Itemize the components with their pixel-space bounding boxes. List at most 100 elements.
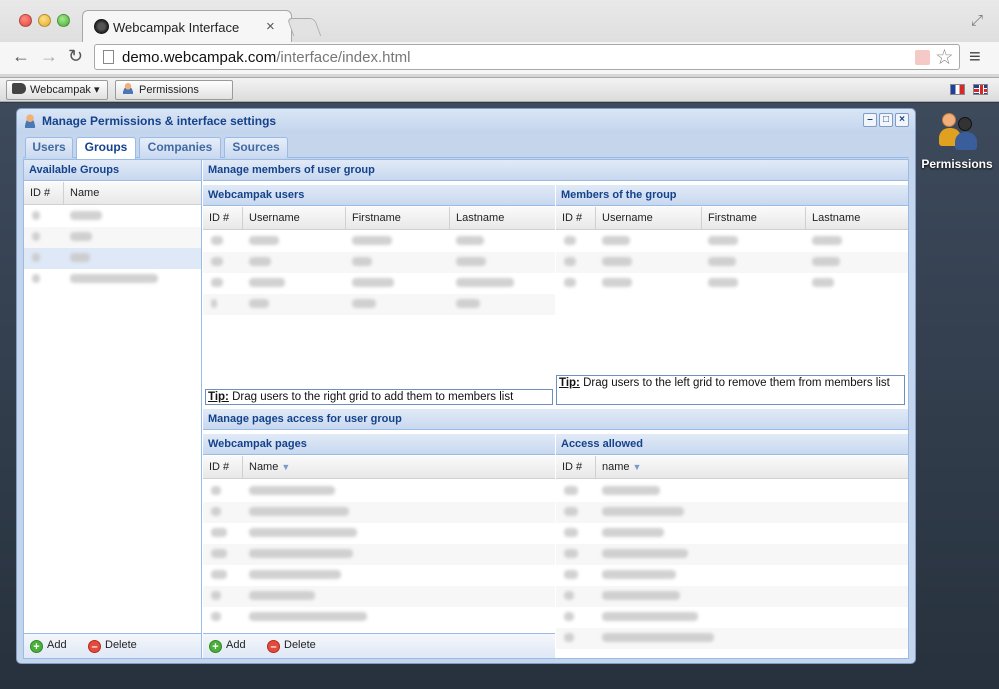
webcampak-users-title: Webcampak users xyxy=(203,185,555,206)
tab-bar: Users Groups Companies Sources xyxy=(23,136,909,159)
table-row[interactable] xyxy=(556,252,908,273)
table-row[interactable] xyxy=(556,628,908,649)
tip-label: Tip: xyxy=(559,377,580,389)
table-row[interactable] xyxy=(556,586,908,607)
browser-tab[interactable]: Webcampak Interface × xyxy=(82,10,292,42)
sort-desc-icon: ▼ xyxy=(632,462,642,472)
user-icon xyxy=(23,114,37,128)
tab-close-icon[interactable]: × xyxy=(266,18,275,35)
column-name[interactable]: name ▼ xyxy=(596,456,908,479)
table-row[interactable] xyxy=(203,565,555,586)
add-label: Add xyxy=(226,639,246,651)
browser-chrome: Webcampak Interface × ⤢ ← → ↻ demo.webca… xyxy=(0,0,999,78)
column-id[interactable]: ID # xyxy=(203,207,243,230)
table-row[interactable] xyxy=(203,607,555,628)
page-icon xyxy=(103,50,114,64)
groups-grid-header: ID # Name xyxy=(24,182,201,205)
table-row[interactable] xyxy=(203,273,555,294)
add-group-button[interactable]: + Add xyxy=(30,639,67,653)
favicon-icon xyxy=(94,19,109,34)
pages-section-title: Manage pages access for user group xyxy=(203,409,908,430)
delete-page-button[interactable]: – Delete xyxy=(267,639,316,653)
close-icon[interactable]: × xyxy=(895,113,909,127)
table-row[interactable] xyxy=(24,269,201,290)
groups-footer: + Add – Delete xyxy=(24,633,201,658)
tab-groups[interactable]: Groups xyxy=(76,137,136,159)
window-header[interactable]: Manage Permissions & interface settings … xyxy=(17,109,915,133)
close-window-button[interactable] xyxy=(19,14,32,27)
column-id[interactable]: ID # xyxy=(24,182,64,205)
pages-grid-header: ID # Name ▼ xyxy=(203,456,555,479)
url-host: demo.webcampak.com xyxy=(122,49,277,66)
table-row[interactable] xyxy=(203,523,555,544)
window-title: Manage Permissions & interface settings xyxy=(42,114,277,128)
column-id[interactable]: ID # xyxy=(556,207,596,230)
address-bar[interactable]: demo.webcampak.com/interface/index.html … xyxy=(94,44,960,70)
table-row[interactable] xyxy=(203,481,555,502)
column-username[interactable]: Username xyxy=(596,207,702,230)
table-row[interactable] xyxy=(203,502,555,523)
maximize-icon[interactable]: □ xyxy=(879,113,893,127)
app-toolbar: Webcampak ▾ Permissions Conf. xyxy=(0,78,999,114)
column-name-label: Name xyxy=(249,461,279,473)
column-firstname[interactable]: Firstname xyxy=(346,207,450,230)
add-label: Add xyxy=(47,639,67,651)
french-flag-icon[interactable] xyxy=(950,84,965,95)
webcampak-menu-label: Webcampak ▾ xyxy=(30,84,100,96)
column-id[interactable]: ID # xyxy=(203,456,243,479)
tab-companies[interactable]: Companies xyxy=(139,137,221,158)
tab-users[interactable]: Users xyxy=(25,137,73,158)
uk-flag-icon[interactable] xyxy=(973,84,988,95)
table-row[interactable] xyxy=(556,231,908,252)
minimize-window-button[interactable] xyxy=(38,14,51,27)
table-row[interactable] xyxy=(556,273,908,294)
delete-label: Delete xyxy=(105,639,137,651)
table-row[interactable] xyxy=(556,502,908,523)
tab-sources[interactable]: Sources xyxy=(224,137,288,158)
delete-label: Delete xyxy=(284,639,316,651)
table-row[interactable] xyxy=(556,523,908,544)
members-tip: Tip: Drag users to the left grid to remo… xyxy=(556,375,905,405)
permissions-shortcut[interactable]: Permissions xyxy=(920,111,994,171)
column-lastname[interactable]: Lastname xyxy=(806,207,908,230)
minus-icon: – xyxy=(88,640,101,653)
window-body: Available Groups ID # Name + Add – Delete … xyxy=(23,159,909,659)
table-row[interactable] xyxy=(203,544,555,565)
zoom-window-button[interactable] xyxy=(57,14,70,27)
plus-icon: + xyxy=(209,640,222,653)
table-row[interactable] xyxy=(556,565,908,586)
camera-icon xyxy=(12,83,26,94)
add-page-button[interactable]: + Add xyxy=(209,639,246,653)
permissions-conf-button[interactable]: Permissions Conf. xyxy=(115,80,233,114)
fullscreen-icon[interactable]: ⤢ xyxy=(971,12,983,29)
column-name[interactable]: Name xyxy=(64,182,201,205)
delete-group-button[interactable]: – Delete xyxy=(88,639,137,653)
column-username[interactable]: Username xyxy=(243,207,346,230)
column-id[interactable]: ID # xyxy=(556,456,596,479)
star-icon[interactable]: ☆ xyxy=(935,45,954,70)
extension-icon[interactable] xyxy=(915,50,930,65)
table-row[interactable] xyxy=(24,248,201,269)
back-icon[interactable]: ← xyxy=(12,46,30,67)
menu-icon[interactable]: ≡ xyxy=(969,46,981,69)
minimize-icon[interactable]: – xyxy=(863,113,877,127)
column-name[interactable]: Name ▼ xyxy=(243,456,555,479)
webcampak-menu-button[interactable]: Webcampak ▾ xyxy=(6,80,108,100)
table-row[interactable] xyxy=(203,586,555,607)
reload-icon[interactable]: ↻ xyxy=(68,46,83,67)
forward-icon[interactable]: → xyxy=(40,46,58,67)
available-groups-panel: Available Groups ID # Name + Add – Delete xyxy=(24,160,202,658)
table-row[interactable] xyxy=(556,544,908,565)
table-row[interactable] xyxy=(24,206,201,227)
column-lastname[interactable]: Lastname xyxy=(450,207,555,230)
table-row[interactable] xyxy=(203,294,555,315)
table-row[interactable] xyxy=(556,481,908,502)
new-tab-button[interactable] xyxy=(286,18,322,36)
members-grid-header: ID # Username Firstname Lastname xyxy=(556,207,908,230)
table-row[interactable] xyxy=(203,252,555,273)
table-row[interactable] xyxy=(203,231,555,252)
url-text[interactable]: demo.webcampak.com/interface/index.html xyxy=(122,49,410,66)
table-row[interactable] xyxy=(24,227,201,248)
table-row[interactable] xyxy=(556,607,908,628)
column-firstname[interactable]: Firstname xyxy=(702,207,806,230)
